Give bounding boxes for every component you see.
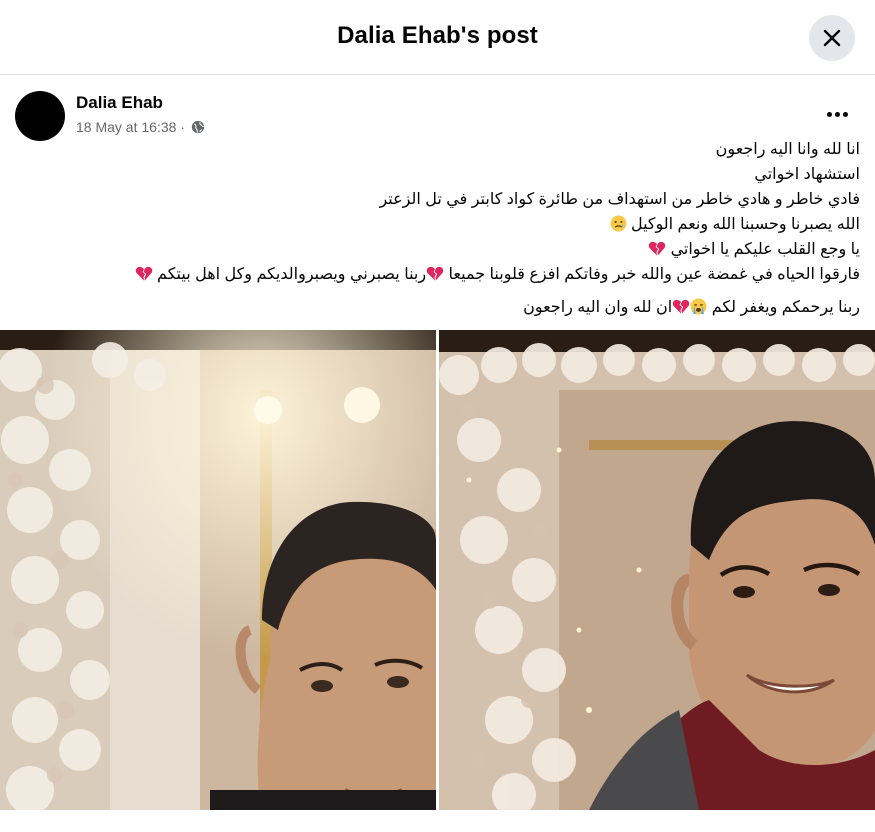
post-line: يا وجع القلب عليكم يا اخواتي xyxy=(15,237,860,262)
photo-2-image xyxy=(439,330,875,810)
meta-separator: · xyxy=(180,119,186,135)
post-header: Dalia Ehab 18 May at 16:38 · xyxy=(0,75,875,141)
photo-grid xyxy=(0,330,875,810)
post-line: استشهاد اخواتي xyxy=(15,162,860,187)
post-line-text: استشهاد اخواتي xyxy=(754,166,860,183)
author-name[interactable]: Dalia Ehab xyxy=(76,93,163,113)
post-line-text: ربنا يرحمكم ويغفر لكم xyxy=(711,299,860,316)
post-line-text: انا لله وانا اليه راجعون xyxy=(715,141,860,158)
more-options-dot xyxy=(835,112,840,117)
broken-heart-icon xyxy=(673,299,690,314)
dialog-title: Dalia Ehab's post xyxy=(337,22,538,49)
more-options-icon xyxy=(827,112,832,117)
post-line: فادي خاطر و هادي خاطر من استهداف من طائر… xyxy=(15,187,860,212)
post-line: ربنا يرحمكم ويغفر لكم ان لله وان اليه را… xyxy=(15,295,860,320)
crying-face-icon xyxy=(690,298,707,315)
post-line-text: ربنا يصبرني ويصبروالديكم وكل اهل بيتكم xyxy=(157,266,427,283)
broken-heart-icon xyxy=(135,266,152,281)
post-line-text: ان لله وان اليه راجعون xyxy=(523,299,673,316)
post-line-text: فادي خاطر و هادي خاطر من استهداف من طائر… xyxy=(379,191,860,208)
avatar[interactable] xyxy=(15,91,65,141)
more-options-dot xyxy=(843,112,848,117)
post-text: انا لله وانا اليه راجعون استشهاد اخواتي … xyxy=(15,137,860,320)
close-button[interactable] xyxy=(809,15,855,61)
post-timestamp[interactable]: 18 May at 16:38 xyxy=(76,119,176,135)
photo-1[interactable] xyxy=(0,330,436,810)
post-line-text: يا وجع القلب عليكم يا اخواتي xyxy=(670,241,860,258)
broken-heart-icon xyxy=(426,266,444,281)
post-line-text: الله يصبرنا وحسبنا الله ونعم الوكيل xyxy=(630,216,860,233)
post-line: انا لله وانا اليه راجعون xyxy=(15,137,860,162)
post-line-text: فارقوا الحياه في غمضة عين والله خبر وفات… xyxy=(448,266,860,283)
post-line: الله يصبرنا وحسبنا الله ونعم الوكيل xyxy=(15,212,860,237)
sad-face-icon xyxy=(610,215,626,232)
photo-1-image xyxy=(0,330,436,810)
post-line: فارقوا الحياه في غمضة عين والله خبر وفات… xyxy=(15,262,860,287)
dialog-header: Dalia Ehab's post xyxy=(0,0,875,75)
dialog-bottom xyxy=(0,810,875,832)
more-options-button[interactable] xyxy=(818,101,858,125)
post-meta: 18 May at 16:38 · xyxy=(76,119,205,135)
broken-heart-icon xyxy=(648,241,666,256)
globe-icon[interactable] xyxy=(191,120,205,134)
photo-2[interactable] xyxy=(439,330,875,810)
post-dialog: Dalia Ehab's post Dalia Ehab 18 May at 1… xyxy=(0,0,875,832)
close-icon xyxy=(823,29,841,47)
